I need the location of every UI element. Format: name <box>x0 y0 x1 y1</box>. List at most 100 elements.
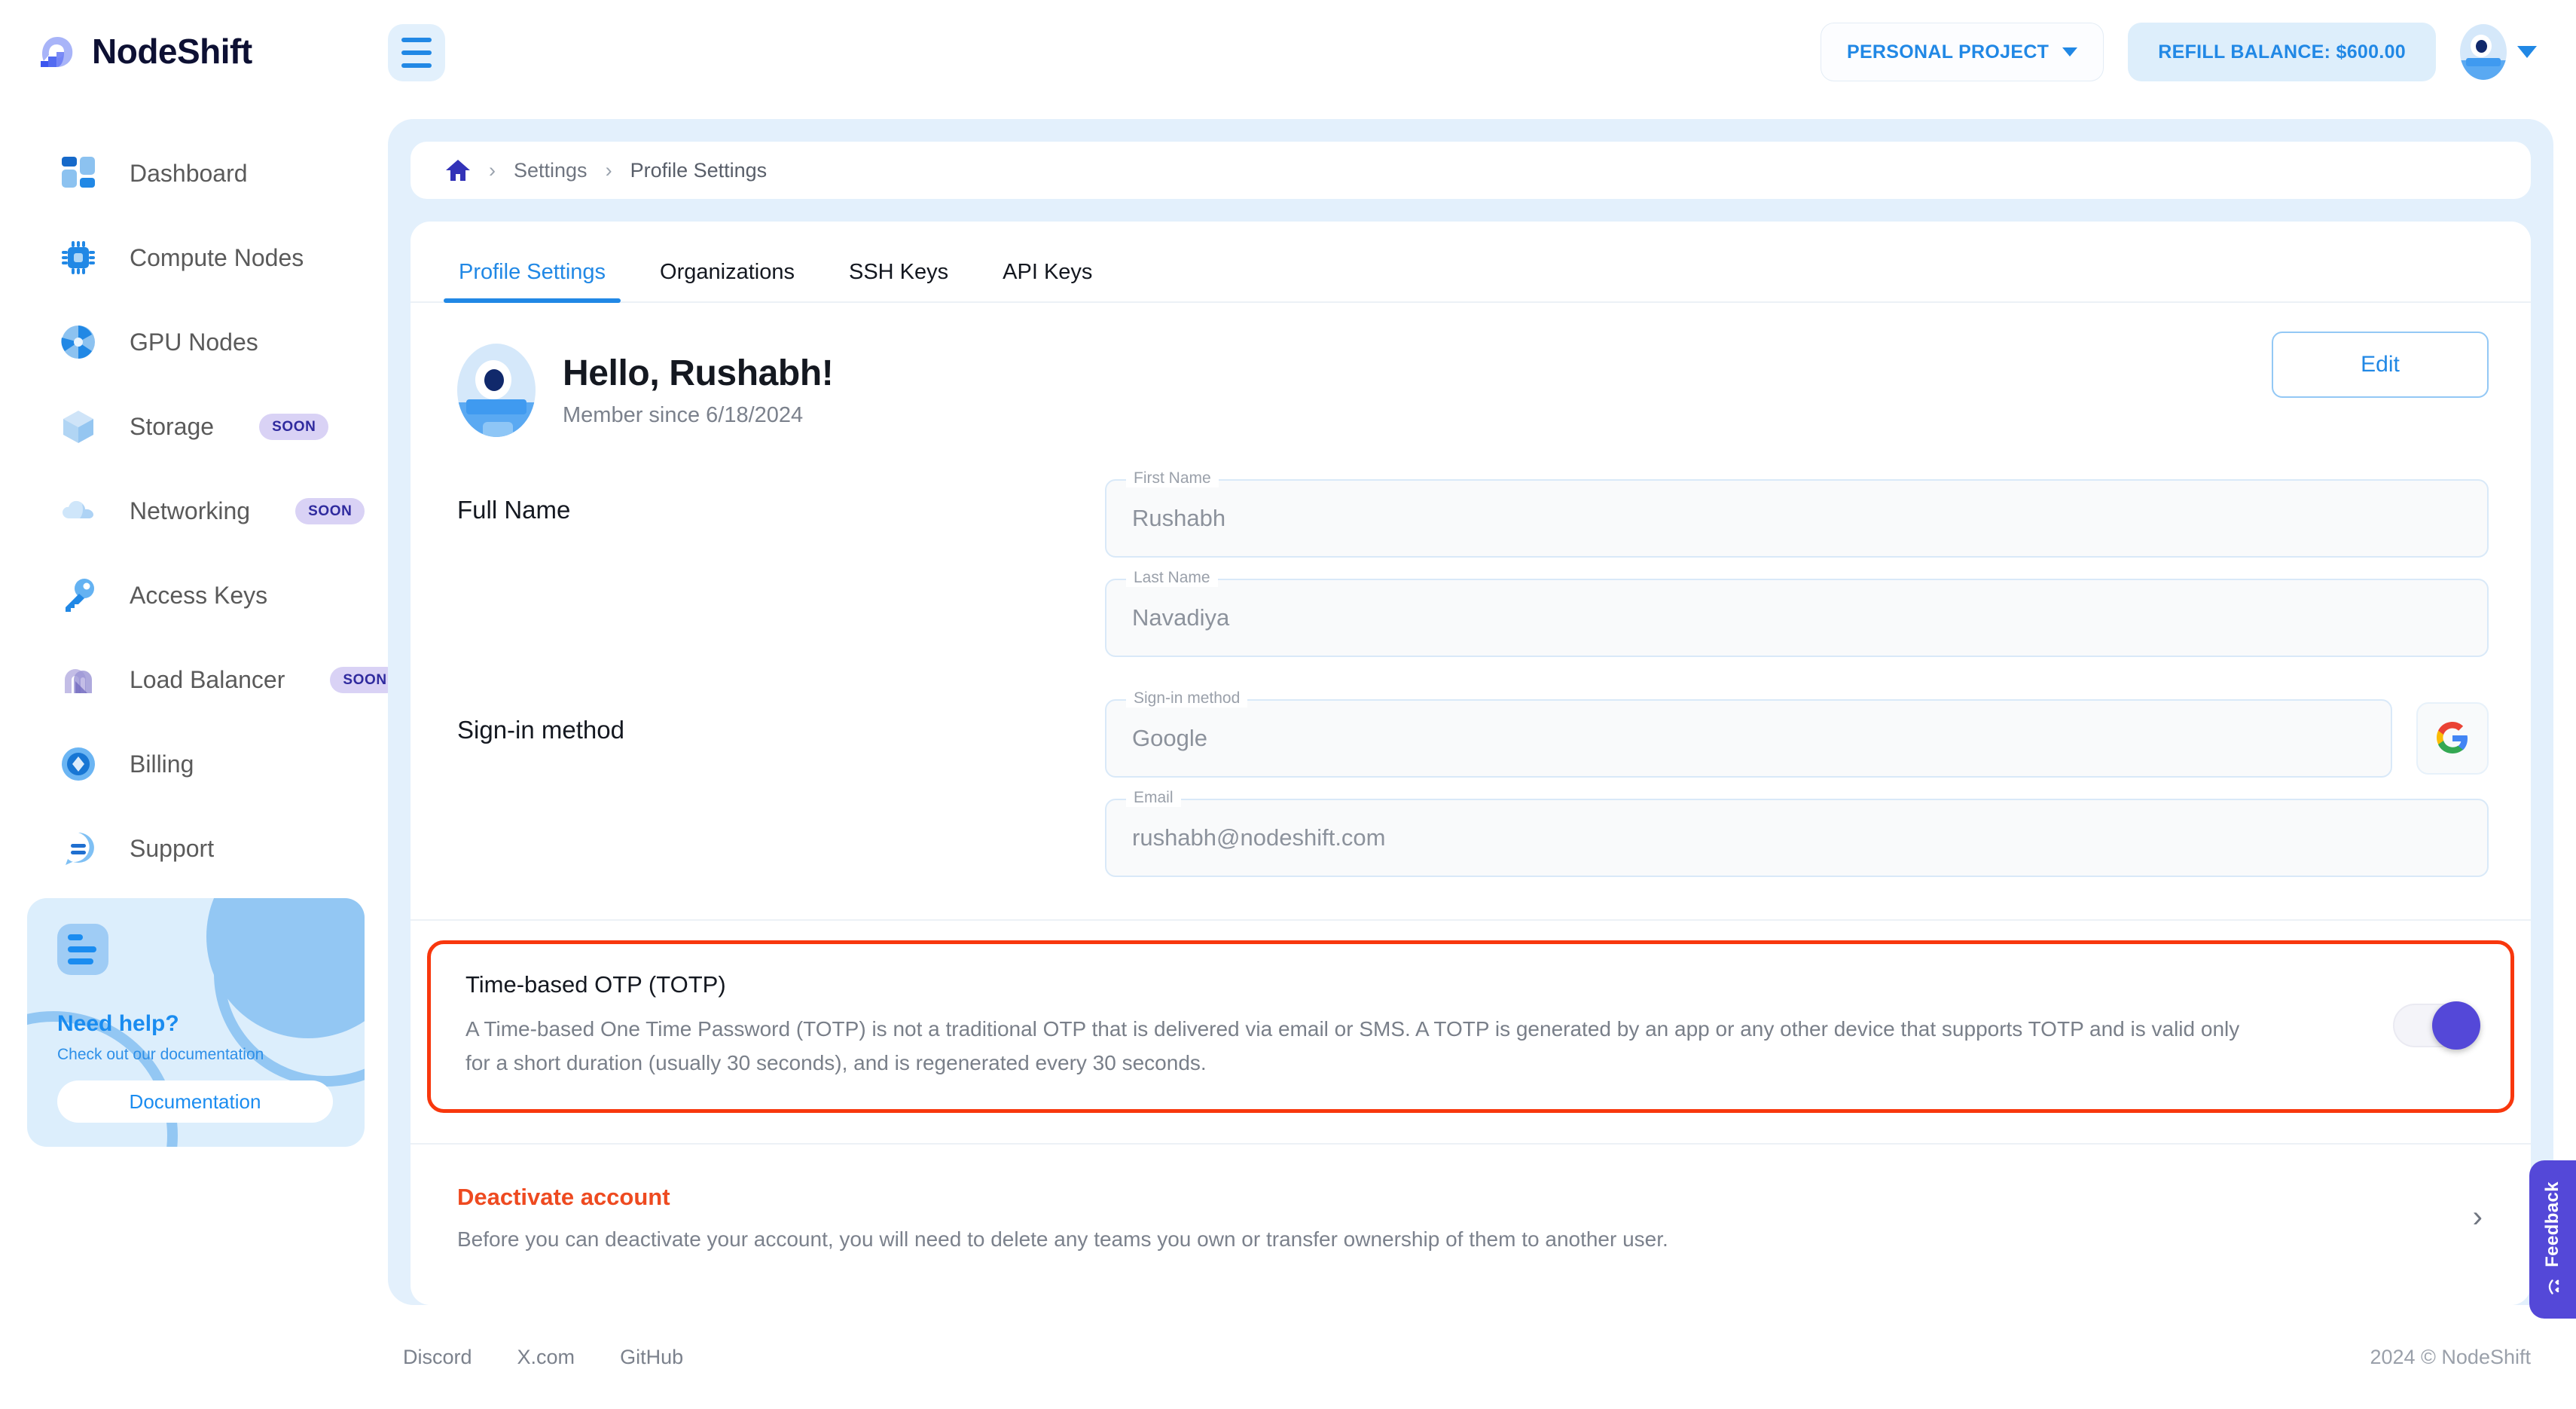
dashboard-grid-icon <box>59 154 98 193</box>
member-since-text: Member since 6/18/2024 <box>563 403 804 427</box>
document-lines-icon <box>57 924 108 975</box>
sidebar-item-label: Compute Nodes <box>130 243 304 271</box>
email-field[interactable]: Email rushabh@nodeshift.com <box>1105 789 2489 877</box>
tab-profile-settings[interactable]: Profile Settings <box>444 260 621 303</box>
brand-name: NodeShift <box>92 32 252 71</box>
billing-diamond-icon <box>59 744 98 784</box>
help-card: Need help? Check out our documentation D… <box>27 898 365 1147</box>
sidebar-item-label: Storage <box>130 412 215 440</box>
page-title: Hello, Rushabh! <box>563 353 834 393</box>
last-name-label: Last Name <box>1126 569 1218 587</box>
sidebar-nav: Dashboard Compute Nodes GPU Nodes Storag… <box>0 131 400 891</box>
nodeshift-wave-logo <box>33 28 80 75</box>
cpu-chip-icon <box>59 238 98 277</box>
profile-header: Hello, Rushabh! Member since 6/18/2024 E… <box>411 303 2531 437</box>
tab-bar: Profile Settings Organizations SSH Keys … <box>411 222 2531 303</box>
user-menu[interactable] <box>2460 24 2537 80</box>
deactivate-text: Deactivate account Before you can deacti… <box>457 1184 2473 1252</box>
last-name-line: Last Name Navadiya <box>1105 569 2489 657</box>
feedback-tab[interactable]: Feedback <box>2529 1160 2576 1319</box>
breadcrumb-item-profile-settings[interactable]: Profile Settings <box>630 159 768 182</box>
email-line: Email rushabh@nodeshift.com <box>1105 789 2489 877</box>
sidebar-item-dashboard[interactable]: Dashboard <box>0 131 365 215</box>
breadcrumb-item-settings[interactable]: Settings <box>514 159 588 182</box>
user-avatar-alien <box>2460 24 2507 80</box>
sidebar-item-label: GPU Nodes <box>130 328 258 356</box>
top-bar: PERSONAL PROJECT REFILL BALANCE: $600.00 <box>365 0 2576 105</box>
first-name-line: First Name Rushabh <box>1105 469 2489 558</box>
full-name-fields: First Name Rushabh Last Name Navadiya <box>1105 469 2489 657</box>
deactivate-account-row[interactable]: Deactivate account Before you can deacti… <box>411 1145 2531 1252</box>
last-name-input[interactable]: Last Name Navadiya <box>1105 569 2489 657</box>
full-name-section: Full Name First Name Rushabh Last Name N… <box>411 469 2531 657</box>
main-area: PERSONAL PROJECT REFILL BALANCE: $600.00 <box>365 0 2576 1409</box>
load-balancer-icon <box>59 660 98 699</box>
signin-method-value: Google <box>1132 725 1207 751</box>
first-name-label: First Name <box>1126 469 1219 487</box>
home-icon[interactable] <box>445 158 471 182</box>
sidebar-item-gpu-nodes[interactable]: GPU Nodes <box>0 300 365 384</box>
tab-organizations[interactable]: Organizations <box>645 260 810 301</box>
profile-settings-card: Profile Settings Organizations SSH Keys … <box>411 222 2531 1305</box>
google-icon <box>2416 702 2489 775</box>
full-name-section-label: Full Name <box>457 496 571 524</box>
sidebar-item-label: Dashboard <box>130 159 248 187</box>
breadcrumb: › Settings › Profile Settings <box>411 142 2531 199</box>
refill-balance-label: REFILL BALANCE: $600.00 <box>2158 41 2406 63</box>
sidebar-item-storage[interactable]: Storage SOON <box>0 384 365 469</box>
sidebar-item-networking[interactable]: Networking SOON <box>0 469 365 553</box>
help-card-title: Need help? <box>57 1011 179 1036</box>
project-selector-label: PERSONAL PROJECT <box>1846 41 2050 63</box>
signin-method-input[interactable]: Sign-in method Google <box>1105 689 2392 778</box>
gpu-fan-icon <box>59 322 98 362</box>
email-value: rushabh@nodeshift.com <box>1132 824 1386 851</box>
refill-balance-button[interactable]: REFILL BALANCE: $600.00 <box>2128 23 2436 81</box>
tab-api-keys[interactable]: API Keys <box>987 260 1107 301</box>
sidebar-item-load-balancer[interactable]: Load Balancer SOON <box>0 637 400 722</box>
sidebar-item-label: Billing <box>130 750 194 778</box>
status-badge: SOON <box>295 497 365 524</box>
chevron-down-icon <box>2062 47 2078 57</box>
help-card-subtitle: Check out our documentation <box>57 1046 264 1063</box>
hamburger-menu-icon[interactable] <box>388 24 445 81</box>
copyright: 2024 © NodeShift <box>2370 1345 2531 1368</box>
first-name-value: Rushabh <box>1132 505 1226 531</box>
totp-description: A Time-based One Time Password (TOTP) is… <box>465 1017 2240 1075</box>
sidebar-item-access-keys[interactable]: Access Keys <box>0 553 365 637</box>
edit-button[interactable]: Edit <box>2272 332 2489 398</box>
deactivate-title: Deactivate account <box>457 1183 670 1210</box>
sidebar: NodeShift Dashboard Compute Nodes GPU No… <box>0 0 400 1409</box>
tab-ssh-keys[interactable]: SSH Keys <box>834 260 963 301</box>
app-root: NodeShift Dashboard Compute Nodes GPU No… <box>0 0 2576 1409</box>
brand[interactable]: NodeShift <box>0 0 365 81</box>
chat-bubble-icon <box>59 829 98 868</box>
footer-link-github[interactable]: GitHub <box>620 1346 683 1369</box>
cloud-icon <box>59 491 98 530</box>
first-name-input[interactable]: First Name Rushabh <box>1105 469 2489 558</box>
documentation-button[interactable]: Documentation <box>57 1080 333 1123</box>
top-bar-actions: PERSONAL PROJECT REFILL BALANCE: $600.00 <box>1820 23 2537 81</box>
sidebar-item-compute-nodes[interactable]: Compute Nodes <box>0 215 365 300</box>
signin-method-line: Sign-in method Google <box>1105 689 2489 778</box>
avatar <box>457 344 536 437</box>
signin-method-section: Sign-in method Sign-in method Google Ema… <box>411 689 2531 877</box>
status-badge: SOON <box>259 413 329 440</box>
footer-link-discord[interactable]: Discord <box>403 1346 472 1369</box>
profile-greeting-block: Hello, Rushabh! Member since 6/18/2024 <box>563 353 834 428</box>
email-label: Email <box>1126 789 1181 807</box>
sidebar-item-billing[interactable]: Billing <box>0 722 365 806</box>
footer: Discord X.com GitHub 2024 © NodeShift <box>365 1305 2576 1409</box>
sidebar-item-support[interactable]: Support <box>0 806 365 891</box>
signin-method-section-label: Sign-in method <box>457 716 624 744</box>
sidebar-item-label: Networking <box>130 497 251 524</box>
totp-toggle[interactable] <box>2393 1001 2480 1050</box>
footer-link-xcom[interactable]: X.com <box>517 1346 575 1369</box>
chevron-right-icon[interactable]: › <box>2473 1200 2489 1234</box>
footer-links: Discord X.com GitHub <box>388 1346 683 1369</box>
project-selector-button[interactable]: PERSONAL PROJECT <box>1820 23 2104 81</box>
sidebar-item-label: Access Keys <box>130 581 268 609</box>
deactivate-description: Before you can deactivate your account, … <box>457 1227 1668 1251</box>
totp-text: Time-based OTP (TOTP) A Time-based One T… <box>465 971 2363 1080</box>
chevron-down-icon <box>2517 46 2537 58</box>
smiley-heart-eyes-icon <box>2543 1276 2563 1299</box>
